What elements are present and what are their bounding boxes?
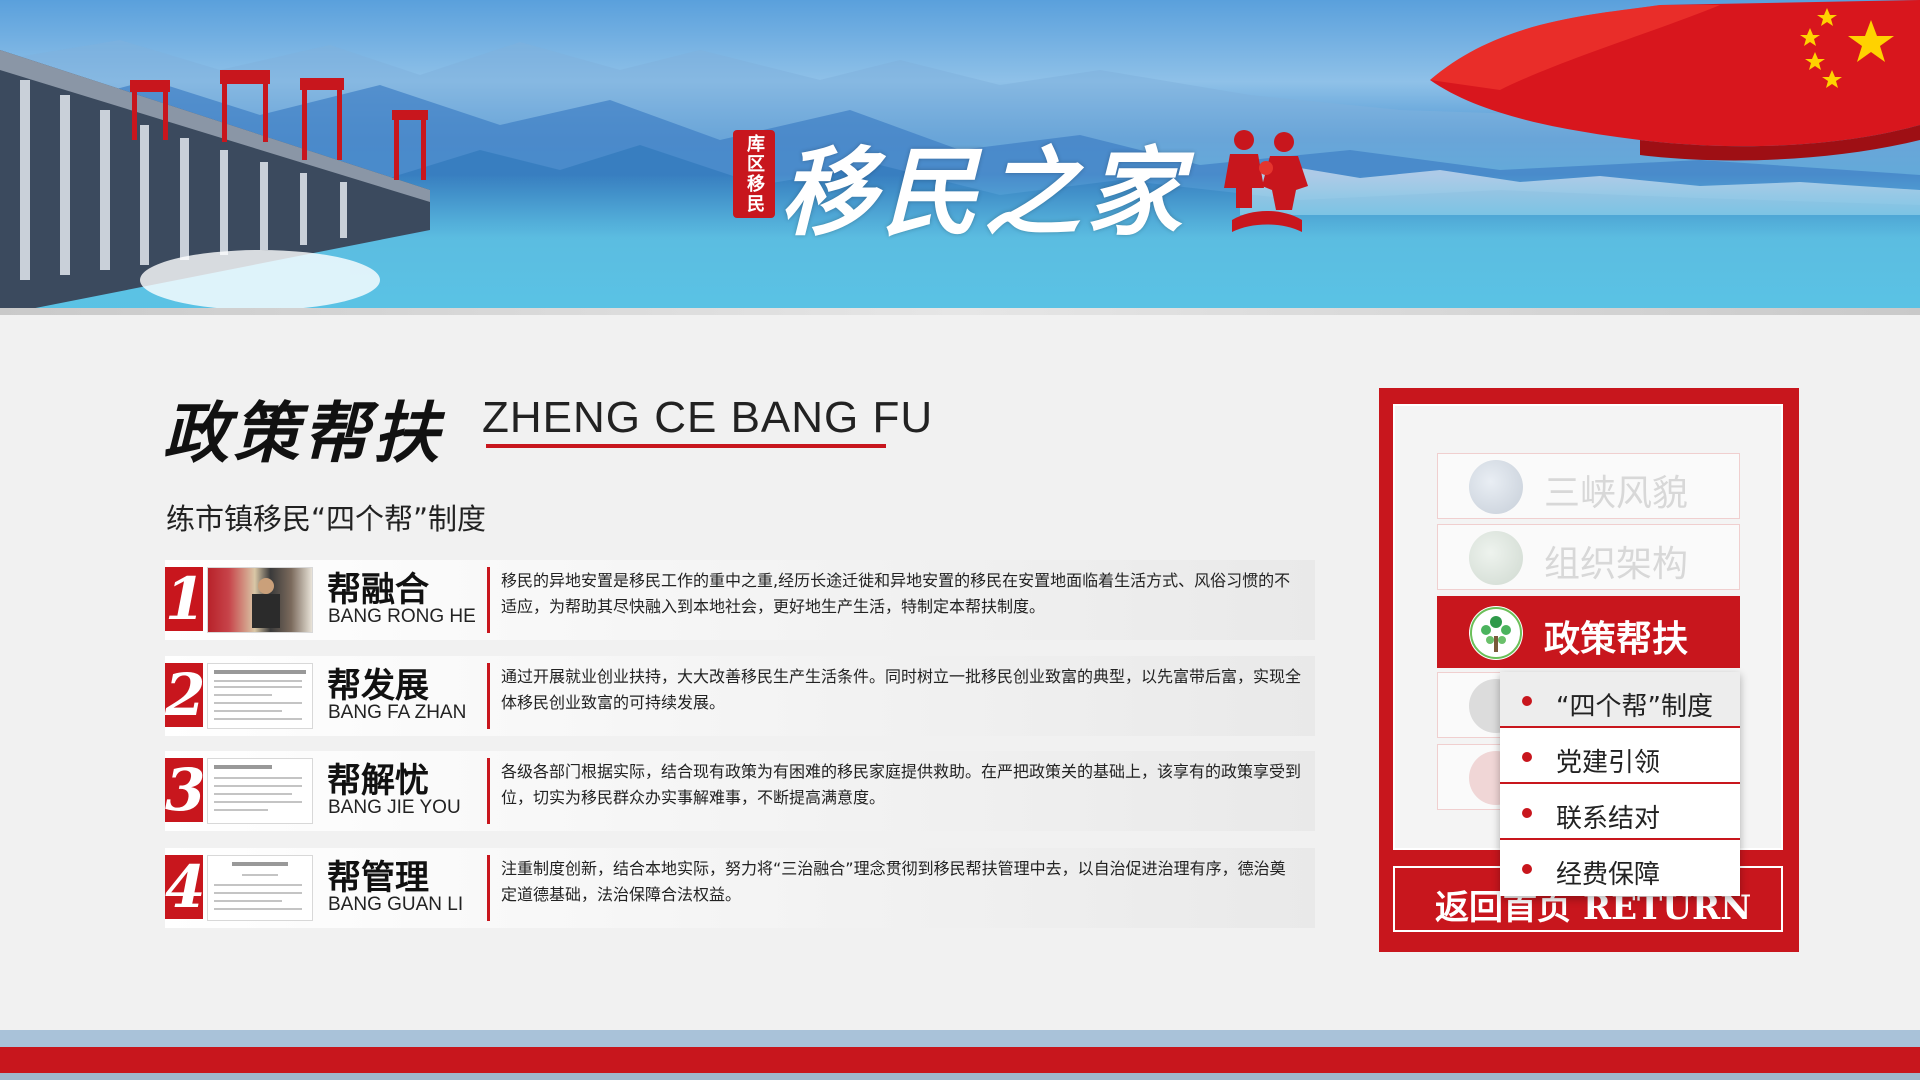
row-thumbnail-document bbox=[207, 663, 313, 729]
submenu-item-label: 联系结对 bbox=[1556, 804, 1661, 834]
row-label: 帮融合 bbox=[327, 570, 429, 610]
row-divider bbox=[487, 663, 490, 729]
row-description: 注重制度创新，结合本地实际，努力将“三治融合”理念贯彻到移民帮扶管理中去，以自治… bbox=[501, 859, 1286, 904]
header-banner: 库区移民 移民之家 bbox=[0, 0, 1920, 315]
row-label-pinyin: BANG FA ZHAN bbox=[328, 702, 467, 723]
submenu-item-four-help[interactable]: “四个帮”制度 bbox=[1500, 672, 1740, 728]
bullet-icon bbox=[1522, 752, 1532, 762]
submenu-item-party-building[interactable]: 党建引领 bbox=[1500, 728, 1740, 784]
nav-item-label: 政策帮扶 bbox=[1544, 618, 1689, 660]
policy-row: 1 帮融合 BANG RONG HE 移民的异地安置是移民工作的重中之重,经历长… bbox=[165, 560, 1315, 640]
row-number: 4 bbox=[165, 853, 206, 921]
row-label: 帮解忧 bbox=[327, 761, 429, 801]
row-description: 移民的异地安置是移民工作的重中之重,经历长途迁徙和异地安置的移民在安置地面临着生… bbox=[501, 571, 1291, 616]
submenu-item-label: 经费保障 bbox=[1556, 860, 1661, 890]
row-divider bbox=[487, 567, 490, 633]
policy-submenu: “四个帮”制度 党建引领 联系结对 经费保障 bbox=[1500, 672, 1740, 896]
nav-item-label: 三峡风貌 bbox=[1544, 473, 1689, 514]
red-seal-stamp: 库区移民 bbox=[733, 130, 775, 218]
nav-item-organization[interactable]: 组织架构 bbox=[1437, 524, 1740, 590]
row-label-pinyin: BANG GUAN LI bbox=[328, 894, 464, 915]
row-description: 通过开展就业创业扶持，大大改善移民生产生活条件。同时树立一批移民创业致富的典型，… bbox=[501, 667, 1302, 712]
row-number: 2 bbox=[165, 661, 206, 729]
nav-item-policy[interactable]: 政策帮扶 bbox=[1437, 596, 1740, 668]
section-title: 政策帮扶 bbox=[163, 394, 443, 472]
banner-divider bbox=[0, 308, 1920, 315]
submenu-item-label: “四个帮”制度 bbox=[1556, 692, 1713, 722]
banner-title: 移民之家 bbox=[780, 136, 1188, 249]
nav-item-scenery[interactable]: 三峡风貌 bbox=[1437, 453, 1740, 519]
row-number: 1 bbox=[165, 565, 206, 633]
bullet-icon bbox=[1522, 864, 1532, 874]
row-label: 帮发展 bbox=[327, 666, 429, 706]
title-underline bbox=[486, 444, 886, 448]
row-label-pinyin: BANG JIE YOU bbox=[328, 797, 461, 818]
national-flag bbox=[1430, 0, 1920, 161]
row-label: 帮管理 bbox=[327, 858, 429, 898]
tree-icon bbox=[1469, 606, 1523, 660]
bullet-icon bbox=[1522, 696, 1532, 706]
org-chart-icon bbox=[1469, 531, 1523, 585]
policy-row: 2 帮发展 BANG FA ZHAN 通过开展就业创业扶持，大大改善移民生产生活… bbox=[165, 656, 1315, 736]
row-description: 各级各部门根据实际，结合现有政策为有困难的移民家庭提供救助。在严把政策关的基础上… bbox=[501, 762, 1302, 807]
bullet-icon bbox=[1522, 808, 1532, 818]
row-thumbnail-document bbox=[207, 855, 313, 921]
dam-icon bbox=[1469, 460, 1523, 514]
nav-item-label: 组织架构 bbox=[1544, 544, 1689, 585]
family-emblem-icon bbox=[1224, 130, 1308, 232]
row-number: 3 bbox=[165, 756, 206, 824]
submenu-item-pairing[interactable]: 联系结对 bbox=[1500, 784, 1740, 840]
footer-stripe-bottom bbox=[0, 1073, 1920, 1080]
section-title-pinyin: ZHENG CE BANG FU bbox=[482, 393, 934, 442]
row-divider bbox=[487, 855, 490, 921]
row-thumbnail-photo bbox=[207, 567, 313, 633]
page-subtitle: 练市镇移民“四个帮”制度 bbox=[166, 502, 487, 536]
row-divider bbox=[487, 758, 490, 824]
dam-illustration bbox=[0, 50, 430, 315]
policy-row: 4 帮管理 BANG GUAN LI 注重制度创新，结合本地实际，努力将“三治融… bbox=[165, 848, 1315, 928]
row-label-pinyin: BANG RONG HE bbox=[328, 606, 476, 627]
submenu-item-funding[interactable]: 经费保障 bbox=[1500, 840, 1740, 896]
footer-stripe-blue bbox=[0, 1030, 1920, 1047]
row-thumbnail-document bbox=[207, 758, 313, 824]
policy-row: 3 帮解忧 BANG JIE YOU 各级各部门根据实际，结合现有政策为有困难的… bbox=[165, 751, 1315, 831]
submenu-item-label: 党建引领 bbox=[1556, 748, 1661, 778]
